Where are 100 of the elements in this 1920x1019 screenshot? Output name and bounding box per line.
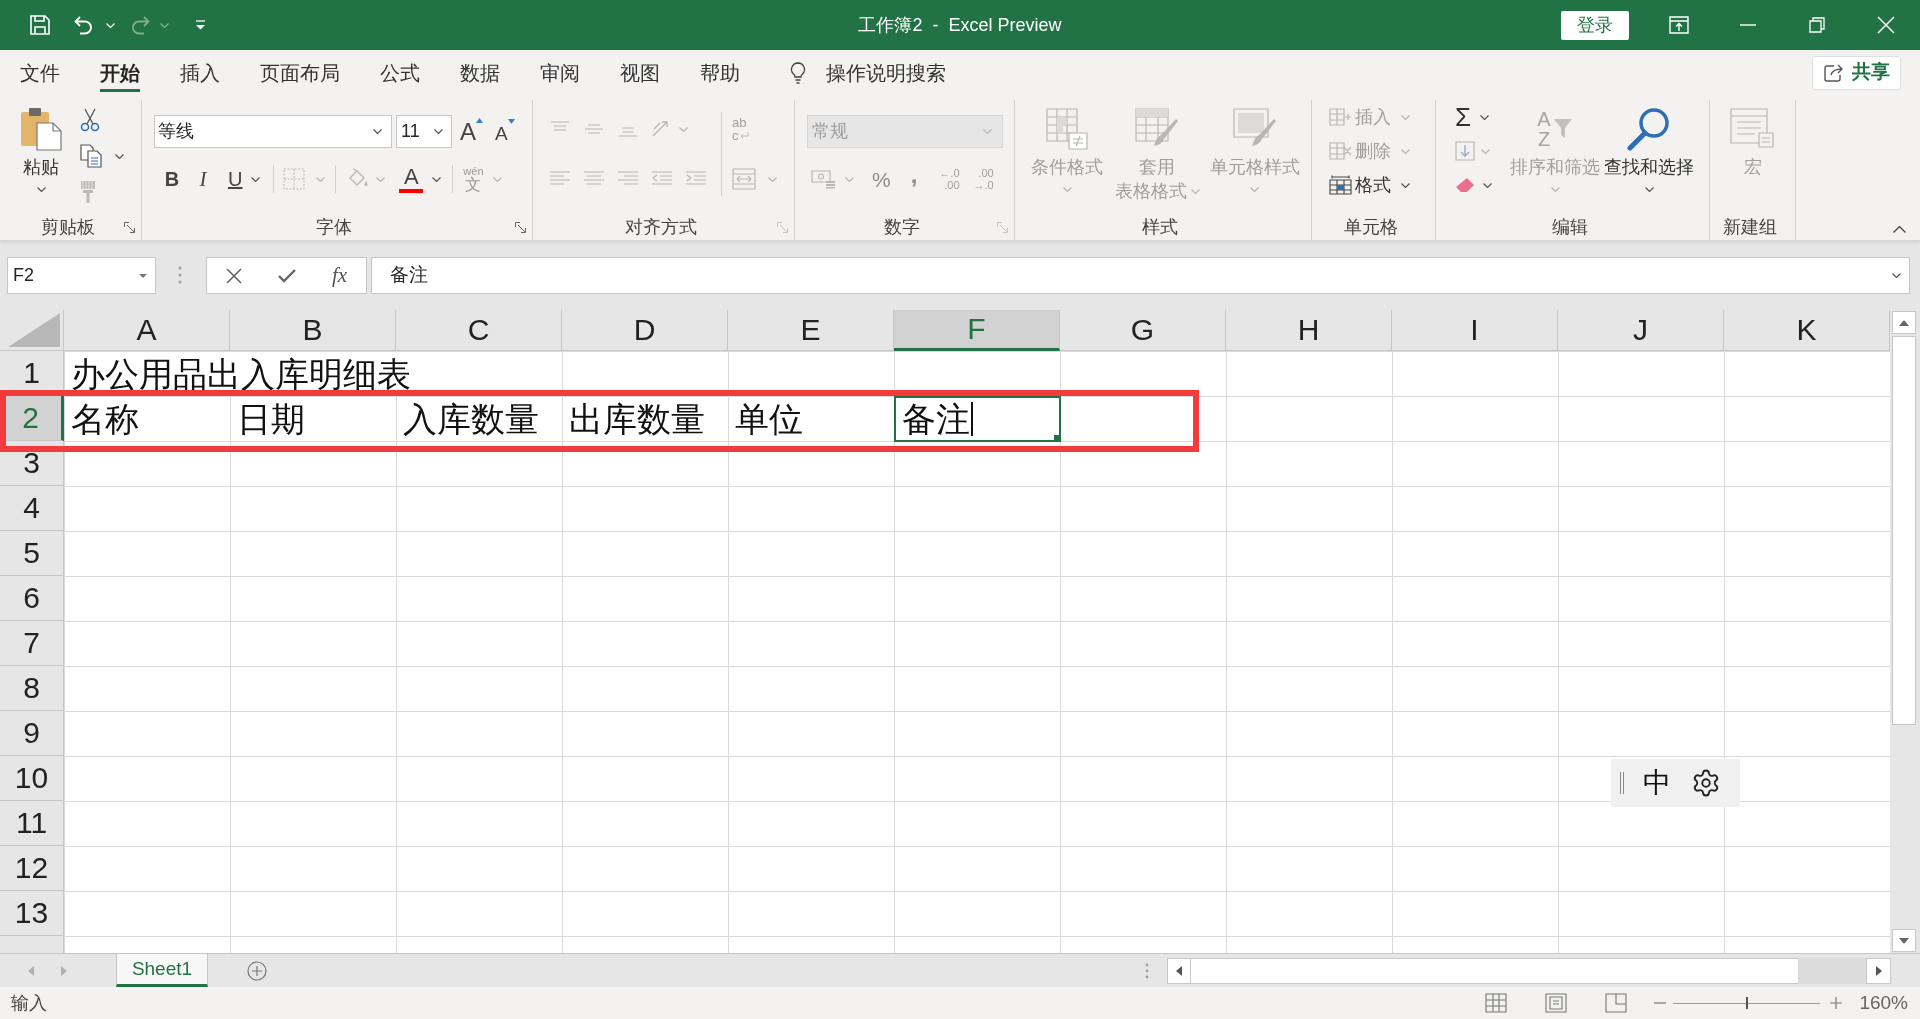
scroll-left-button[interactable] [1167,957,1191,984]
italic-button[interactable]: I [196,168,210,190]
zoom-slider[interactable] [1673,997,1821,1009]
share-button[interactable]: 共享 [1812,55,1901,90]
scrollbar-thumb[interactable] [1191,957,1798,984]
column-header[interactable]: K [1724,310,1890,351]
group-label: 编辑 [1551,218,1588,236]
ribbon-tab[interactable]: 页面布局 [240,50,360,95]
triangle-down-icon [1899,937,1909,944]
eraser-icon[interactable] [1455,177,1475,193]
close-icon[interactable] [1876,16,1895,34]
row-header[interactable]: 10 [0,756,64,801]
sheet-tab[interactable]: Sheet1 [116,954,208,987]
sign-in-button[interactable]: 登录 [1561,10,1629,40]
ribbon-tab[interactable]: 帮助 [680,50,760,95]
format-cells-button[interactable]: 格式 [1329,168,1410,202]
ribbon-tab[interactable]: 数据 [440,50,520,95]
save-icon[interactable] [30,15,50,35]
column-header[interactable]: E [728,310,894,351]
column-header[interactable]: A [64,310,230,351]
row-header[interactable]: 9 [0,711,64,756]
chevron-down-icon[interactable] [1892,273,1901,278]
restore-icon[interactable] [1808,17,1825,33]
underline-button[interactable]: U [228,169,261,189]
scroll-up-button[interactable] [1892,311,1916,334]
grip-icon[interactable] [1620,772,1624,794]
cancel-icon[interactable] [225,267,242,284]
row-header[interactable]: 5 [0,531,64,576]
vertical-scrollbar[interactable] [1890,310,1920,953]
row-header[interactable]: 13 [0,891,64,936]
ribbon-tab[interactable]: 审阅 [520,50,600,95]
paste-button[interactable]: 粘贴 [13,100,69,214]
chevron-down-icon [36,187,46,192]
column-header[interactable]: C [396,310,562,351]
ribbon-tab[interactable]: 文件 [0,50,80,95]
collapse-ribbon-icon[interactable] [1893,226,1906,233]
active-cell[interactable]: 备注 [894,396,1061,442]
settings-icon[interactable] [1691,768,1721,798]
customize-toolbar-icon[interactable] [195,20,206,30]
vertical-dots-icon [1145,962,1149,979]
column-header[interactable]: B [230,310,396,351]
add-sheet-icon[interactable] [247,960,267,981]
row-header[interactable]: 6 [0,576,64,621]
column-header[interactable]: D [562,310,728,351]
formula-input[interactable]: 备注 [371,257,1910,294]
column-header[interactable]: G [1060,310,1226,351]
font-color-button[interactable]: A [399,165,442,193]
column-header[interactable]: F [894,310,1060,351]
name-box[interactable]: F2 [7,257,156,294]
chevron-down-icon [493,176,503,182]
triangle-down-icon [139,273,147,278]
scissors-icon[interactable] [80,108,100,132]
chevron-down-icon[interactable] [1483,182,1492,188]
horizontal-scrollbar[interactable] [1167,957,1891,984]
page-break-icon[interactable] [1605,993,1628,1013]
font-size-field[interactable]: 11 [396,115,452,148]
zoom-level[interactable]: 160% [1859,988,1908,1018]
triangle-right-icon[interactable] [61,965,67,976]
zoom-slider-thumb[interactable] [1745,997,1748,1009]
bold-button[interactable]: B [162,169,182,189]
text-cursor [971,402,973,436]
minimize-icon[interactable] [1739,24,1756,26]
insert-function-button[interactable]: fx [331,265,348,286]
row-header[interactable]: 4 [0,486,64,531]
zoom-in-icon[interactable] [1830,997,1843,1009]
tell-me-button[interactable]: 操作说明搜索 [790,50,946,95]
column-header[interactable]: H [1226,310,1392,351]
autosum-button[interactable]: Σ [1455,100,1508,134]
undo-icon[interactable] [73,15,93,35]
triangle-left-icon[interactable] [28,965,34,976]
copy-icon[interactable] [80,144,102,168]
ribbon-tab[interactable]: 开始 [80,50,160,95]
dialog-launcher-icon[interactable] [515,221,526,233]
row-header[interactable]: 7 [0,621,64,666]
grow-font-button[interactable]: A [460,119,483,144]
fill-handle[interactable] [1054,435,1059,440]
dialog-launcher-icon[interactable] [124,221,135,233]
chevron-down-icon[interactable] [115,153,124,159]
input-mode-toggle[interactable]: 中 [1643,769,1671,797]
scroll-down-button[interactable] [1892,929,1916,952]
ribbon-tab[interactable]: 公式 [360,50,440,95]
check-icon[interactable] [277,268,296,283]
scroll-right-button[interactable] [1866,957,1891,984]
page-layout-icon[interactable] [1545,993,1568,1013]
column-header[interactable]: I [1392,310,1558,351]
triangle-right-icon [1875,965,1882,976]
row-header[interactable]: 8 [0,666,64,711]
select-all-triangle-icon[interactable] [8,313,60,347]
column-header[interactable]: J [1558,310,1724,351]
font-name-field[interactable]: 等线 [154,115,392,148]
ribbon-tab[interactable]: 视图 [600,50,680,95]
chevron-down-icon [1250,187,1259,192]
grid-view-icon[interactable] [1485,993,1508,1013]
scrollbar-thumb[interactable] [1892,336,1916,725]
ribbon-display-options-icon[interactable] [1668,16,1689,34]
row-header[interactable]: 11 [0,801,64,846]
shrink-font-button[interactable]: A [495,120,515,143]
find-select-button[interactable]: 查找和选择 [1602,100,1696,214]
ribbon-tab[interactable]: 插入 [160,50,240,95]
row-header[interactable]: 12 [0,846,64,891]
